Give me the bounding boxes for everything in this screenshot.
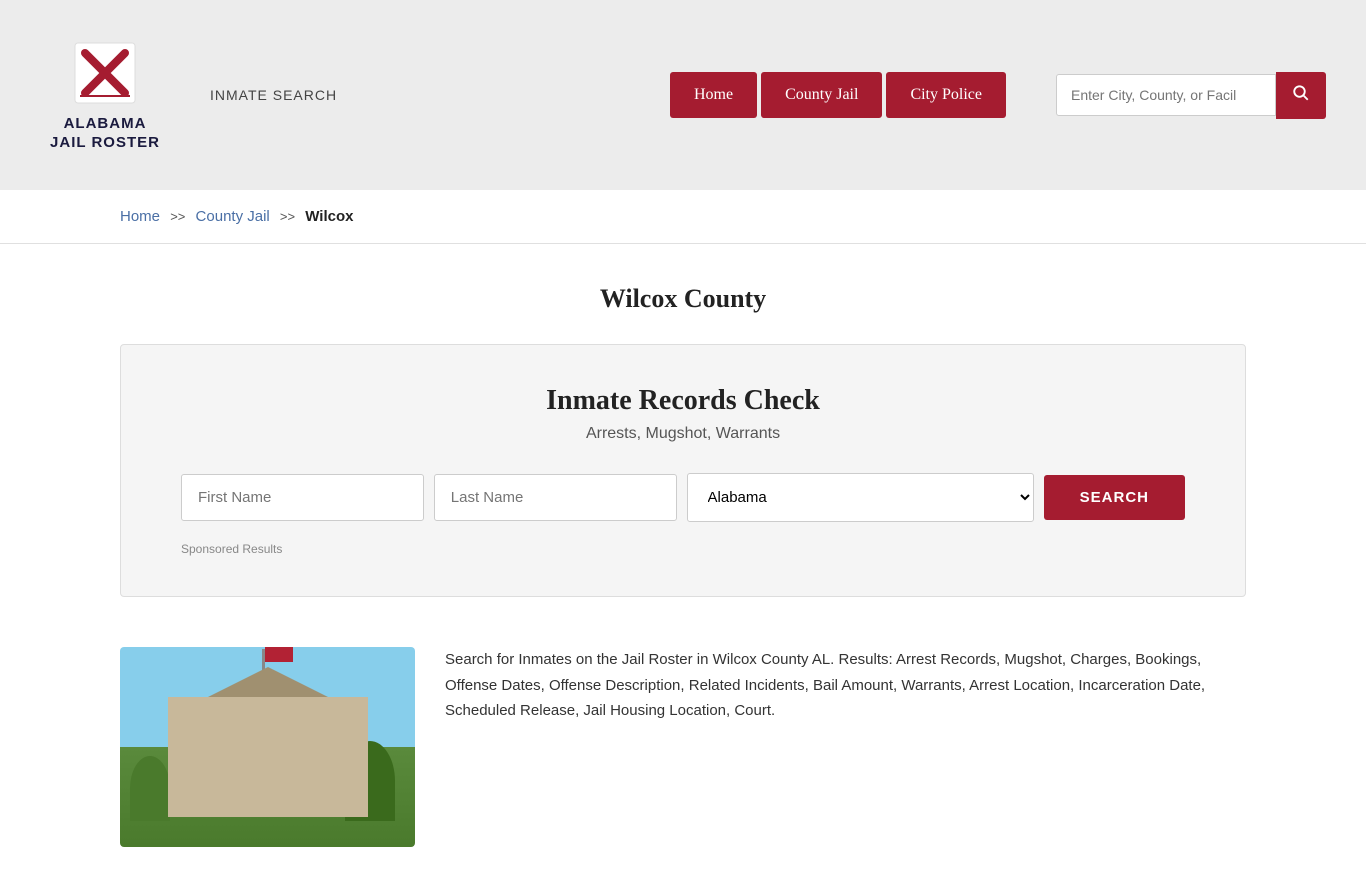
header-search-input[interactable] bbox=[1056, 74, 1276, 116]
home-nav-button[interactable]: Home bbox=[670, 72, 757, 118]
breadcrumb: Home >> County Jail >> Wilcox bbox=[120, 208, 1246, 225]
site-header: ALABAMA JAIL ROSTER INMATE SEARCH Home C… bbox=[0, 0, 1366, 190]
description-text: Search for Inmates on the Jail Roster in… bbox=[445, 647, 1246, 847]
breadcrumb-sep-2: >> bbox=[280, 209, 295, 224]
inmate-search-form: AlabamaAlaskaArizonaArkansasCaliforniaCo… bbox=[181, 473, 1185, 522]
logo-text: ALABAMA JAIL ROSTER bbox=[50, 114, 160, 153]
breadcrumb-current: Wilcox bbox=[305, 208, 353, 225]
header-search-bar bbox=[1056, 72, 1326, 119]
main-content: Wilcox County Inmate Records Check Arres… bbox=[0, 244, 1366, 887]
building-image bbox=[120, 647, 415, 847]
records-check-heading: Inmate Records Check bbox=[181, 385, 1185, 417]
page-title: Wilcox County bbox=[120, 284, 1246, 314]
city-police-nav-button[interactable]: City Police bbox=[886, 72, 1006, 118]
building-shape bbox=[168, 697, 368, 817]
records-check-box: Inmate Records Check Arrests, Mugshot, W… bbox=[120, 344, 1246, 597]
logo-area: ALABAMA JAIL ROSTER bbox=[40, 38, 170, 153]
breadcrumb-home[interactable]: Home bbox=[120, 208, 160, 225]
breadcrumb-area: Home >> County Jail >> Wilcox bbox=[0, 190, 1366, 244]
flag bbox=[265, 647, 293, 662]
header-search-button[interactable] bbox=[1276, 72, 1326, 119]
inmate-search-label: INMATE SEARCH bbox=[210, 87, 337, 103]
first-name-input[interactable] bbox=[181, 474, 424, 521]
logo-icon bbox=[70, 38, 140, 108]
search-icon bbox=[1292, 84, 1310, 102]
last-name-input[interactable] bbox=[434, 474, 677, 521]
records-check-subtitle: Arrests, Mugshot, Warrants bbox=[181, 425, 1185, 443]
trees-left bbox=[130, 756, 170, 821]
breadcrumb-sep-1: >> bbox=[170, 209, 185, 224]
main-nav: Home County Jail City Police bbox=[670, 72, 1006, 118]
state-select[interactable]: AlabamaAlaskaArizonaArkansasCaliforniaCo… bbox=[687, 473, 1034, 522]
county-jail-nav-button[interactable]: County Jail bbox=[761, 72, 882, 118]
inmate-search-button[interactable]: SEARCH bbox=[1044, 475, 1185, 520]
breadcrumb-county-jail[interactable]: County Jail bbox=[196, 208, 270, 225]
bottom-section: Search for Inmates on the Jail Roster in… bbox=[120, 627, 1246, 847]
sponsored-label: Sponsored Results bbox=[181, 542, 1185, 556]
